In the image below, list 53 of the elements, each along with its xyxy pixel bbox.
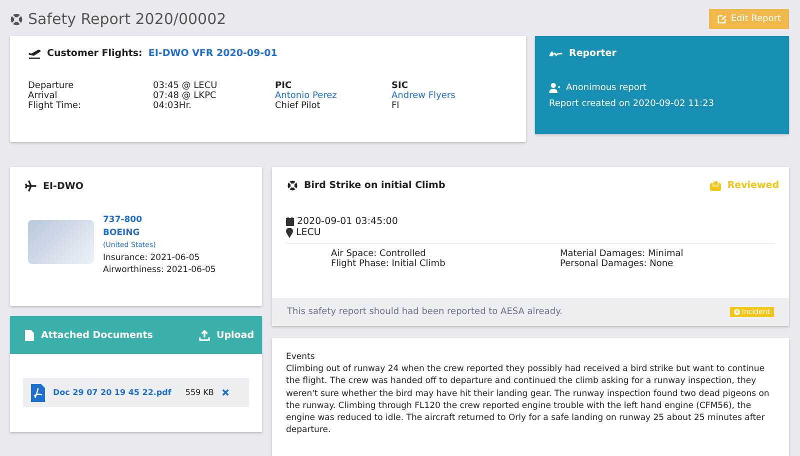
time-label: Flight Time: bbox=[28, 101, 82, 111]
pdf-icon bbox=[31, 384, 45, 402]
time-label: Departure bbox=[28, 81, 75, 91]
plane-departure-icon bbox=[28, 48, 41, 59]
lifebuoy-icon bbox=[10, 12, 23, 26]
flight-label: Customer Flights: bbox=[47, 48, 142, 59]
event-place: LECU bbox=[296, 227, 321, 238]
detail-text: Personal Damages: None bbox=[560, 259, 674, 269]
detail-text: Flight Phase: Initial Climb bbox=[331, 259, 446, 269]
documents-title: Attached Documents bbox=[41, 330, 153, 340]
time-value: 07:48 @ LKPC bbox=[153, 91, 218, 101]
photo-placeholder bbox=[28, 220, 94, 264]
crew-title: FI bbox=[392, 101, 400, 111]
plane-icon bbox=[25, 180, 37, 192]
status-text: Reviewed bbox=[727, 180, 779, 191]
insurance-text: Insurance: 2021-06-05 bbox=[103, 252, 201, 264]
crew-name-link[interactable]: Andrew Flyers bbox=[392, 91, 508, 101]
crew-role: PIC bbox=[275, 81, 293, 91]
reporter-title: Reporter bbox=[569, 48, 616, 59]
maker-link[interactable]: BOEING bbox=[103, 226, 216, 239]
created-text: Report created on 2020-09-02 11:23 bbox=[549, 99, 716, 109]
airworthiness-text: Airworthiness: 2021-06-05 bbox=[103, 264, 216, 276]
file-icon bbox=[25, 330, 34, 340]
crew-title: Chief Pilot bbox=[275, 101, 322, 111]
anonymous-text: Anonimous report bbox=[566, 83, 647, 93]
remove-icon[interactable] bbox=[222, 389, 229, 396]
detail-text: Material Damages: Minimal bbox=[560, 249, 684, 259]
model-link[interactable]: 737-800 bbox=[103, 214, 216, 226]
calendar-icon bbox=[286, 217, 294, 226]
events-paragraph: Climbing out of runway 24 when the crew reported they possibly had received a bird strike but want to continue the flight. The crew was handed off to departure and continued the climb asking for a runway inspection, they weren't sure whether the bird may have hit their landing gear. The runway inspection found two dead pigeons on the runway. Climbing through FL120 the crew reported engine trouble with the left hand engine (CFM56), the engine was reduced to idle. The aircraft returned to Orly for a safe landing on runway 25 about 25 minutes after departure. bbox=[286, 363, 770, 436]
event-title: Bird Strike on initial Climb bbox=[304, 180, 446, 191]
file-size: 559 KB bbox=[185, 388, 214, 397]
aircraft-title: EI-DWO bbox=[43, 180, 84, 192]
lifebuoy-icon bbox=[287, 180, 298, 191]
upload-icon bbox=[199, 330, 210, 340]
page-title: Safety Report 2020/00002 bbox=[28, 10, 226, 28]
edit-icon bbox=[716, 14, 727, 24]
time-value: 04:03Hr. bbox=[153, 101, 192, 111]
flight-link[interactable]: EI-DWO VFR 2020-09-01 bbox=[148, 48, 278, 59]
events-heading: Events bbox=[286, 351, 316, 364]
detail-text: Air Space: Controlled bbox=[331, 249, 427, 259]
map-pin-icon bbox=[286, 228, 293, 238]
user-icon bbox=[549, 83, 561, 93]
event-date: 2020-09-01 03:45:00 bbox=[297, 216, 398, 227]
crew-role: SIC bbox=[392, 81, 409, 91]
time-label: Arrival bbox=[28, 91, 58, 101]
signature-icon bbox=[549, 49, 563, 58]
file-link[interactable]: Doc 29 07 20 19 45 22.pdf bbox=[53, 388, 172, 397]
crew-name-link[interactable]: Antonio Perez bbox=[275, 91, 392, 101]
note-text: This safety report should had been reported to AESA already. bbox=[287, 307, 562, 317]
alert-icon bbox=[734, 309, 740, 315]
time-value: 03:45 @ LECU bbox=[153, 81, 218, 91]
upload-button[interactable]: Upload bbox=[199, 330, 254, 340]
